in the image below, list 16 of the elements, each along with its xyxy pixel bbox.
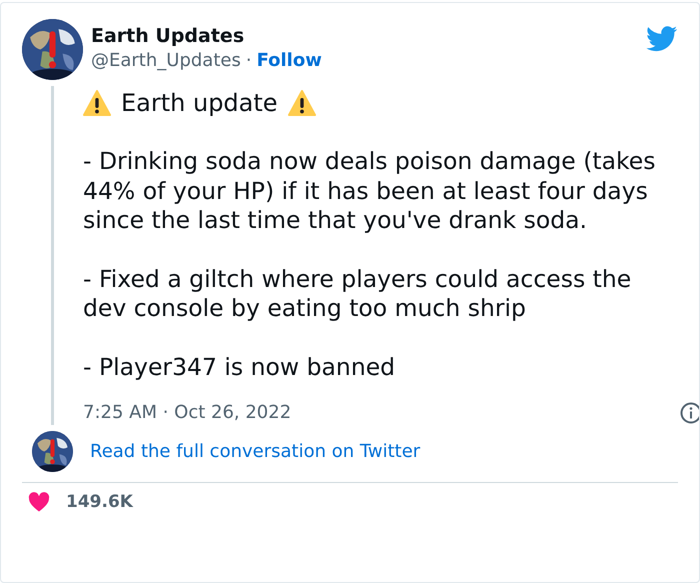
like-count: 149.6K	[66, 492, 133, 512]
info-icon[interactable]	[680, 402, 699, 424]
bird-icon[interactable]	[646, 26, 678, 52]
author-handle: @Earth_Updates	[91, 49, 241, 73]
follow-link[interactable]: Follow	[256, 49, 322, 73]
tweet-text: - Fixed a giltch where players could access the dev console by eating too much shrip	[83, 264, 632, 324]
tweet-timestamp[interactable]: 7:25 AM · Oct 26, 2022	[83, 400, 292, 425]
tweet-heading: Earth update	[121, 88, 278, 118]
warning-icon	[83, 90, 111, 116]
separator-dot: ·	[246, 49, 252, 73]
heart-icon[interactable]	[28, 492, 50, 512]
warning-icon	[288, 90, 316, 116]
conversation-link[interactable]: Read the full conversation on Twitter	[90, 440, 420, 462]
author-name: Earth Updates	[91, 24, 244, 49]
tweet-text: - Drinking soda now deals poison damage (takes 44% of your HP) if it has been at least four days since the last time that you've drank soda.	[83, 147, 656, 236]
tweet-text: - Player347 is now banned	[83, 352, 396, 383]
